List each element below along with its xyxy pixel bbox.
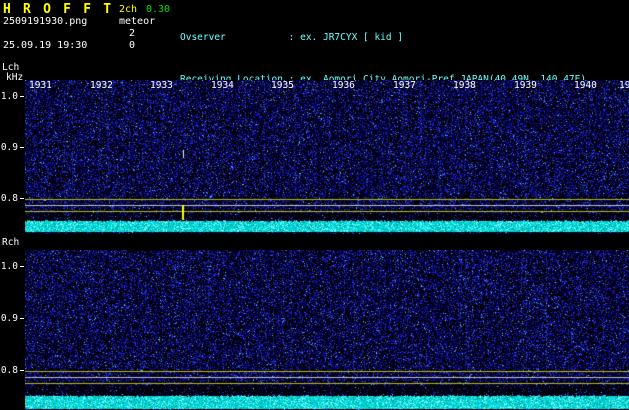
lch-spectrogram-panel: 1931 1932 1933 1934 1935 1936 1937 1938 … (25, 80, 629, 234)
time-label: 1939 (514, 80, 537, 91)
tick-mark (20, 96, 24, 97)
lch-freq-tick-1.0: 1.0 (0, 92, 25, 102)
freq-tick-label: 1.0 (0, 261, 18, 272)
tick-mark (20, 198, 24, 199)
version-number: 0.30 (146, 4, 171, 15)
freq-tick-label: 0.9 (0, 142, 18, 153)
time-label: 1938 (453, 80, 476, 91)
time-label: 1936 (332, 80, 355, 91)
tick-mark (20, 147, 24, 148)
app-title: H R O F F T (3, 2, 114, 17)
time-label: 19 (619, 80, 629, 91)
channel-mode: 2ch (119, 4, 138, 15)
rch-freq-tick-1.0: 1.0 (0, 262, 25, 272)
tick-mark (20, 266, 24, 267)
output-filename: 2509191930.png (3, 16, 88, 27)
rch-freq-tick-0.8: 0.8 (0, 366, 25, 376)
freq-tick-label: 0.9 (0, 313, 18, 324)
observer-line: Ovserver : ex. JR7CYX [ kid ] (180, 31, 404, 43)
datetime: 25.09.19 19:30 (3, 40, 88, 51)
time-label: 1933 (150, 80, 173, 91)
freq-tick-label: 0.8 (0, 193, 18, 204)
meteor-label: meteor (119, 16, 156, 27)
tick-mark (20, 318, 24, 319)
freq-tick-label: 1.0 (0, 91, 18, 102)
tick-mark (20, 370, 24, 371)
time-label: 1931 (29, 80, 52, 91)
rch-channel-label: Rch (2, 237, 20, 248)
time-label: 1934 (211, 80, 234, 91)
lch-freq-tick-0.9: 0.9 (0, 143, 25, 153)
time-label: 1937 (393, 80, 416, 91)
khz-unit-label: kHz (6, 72, 24, 83)
lch-freq-tick-0.8: 0.8 (0, 194, 25, 204)
rch-spectrogram-panel (25, 250, 629, 410)
time-label: 1935 (271, 80, 294, 91)
rch-freq-tick-0.9: 0.9 (0, 314, 25, 324)
lch-noise-canvas (25, 80, 629, 234)
meteor-count-rch: 0 (129, 40, 136, 51)
freq-tick-label: 0.8 (0, 365, 18, 376)
time-label: 1940 (574, 80, 597, 91)
hrofft-screen: { "header": { "title": "H R O F F T", "m… (0, 0, 629, 410)
time-label: 1932 (90, 80, 113, 91)
meteor-count-lch: 2 (129, 28, 136, 39)
rch-noise-canvas (25, 250, 629, 410)
